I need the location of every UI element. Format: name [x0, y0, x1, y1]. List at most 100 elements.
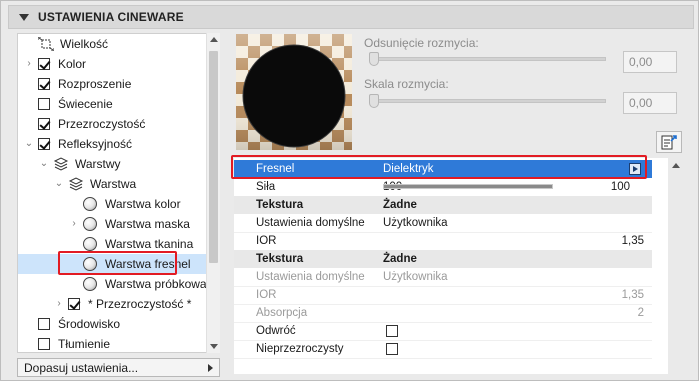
- blur-scale-slider[interactable]: [371, 99, 606, 103]
- tree-item-label: Warstwa maska: [105, 217, 190, 231]
- tree-checkbox[interactable]: [38, 78, 50, 90]
- tree-checkbox[interactable]: [38, 98, 50, 110]
- tree-item-label: Kolor: [58, 57, 87, 71]
- collapsed-chevron-icon[interactable]: ›: [54, 299, 64, 309]
- tree-item-label: Świecenie: [58, 97, 113, 111]
- blur-offset-field[interactable]: 0,00: [623, 51, 677, 73]
- blur-offset-slider[interactable]: [371, 57, 606, 61]
- scroll-up-arrow-icon[interactable]: [210, 37, 218, 42]
- tree-item-content: Warstwy: [53, 157, 121, 171]
- tree-item-label: Rozproszenie: [58, 77, 132, 91]
- panel-title: USTAWIENIA CINEWARE: [38, 10, 184, 24]
- tree-item[interactable]: Warstwa kolor: [18, 194, 208, 214]
- tree-item-label: Wielkość: [60, 37, 109, 51]
- tree-item-content: Warstwa maska: [83, 217, 190, 231]
- tree-item[interactable]: ⌄ Warstwa: [18, 174, 208, 194]
- tree-item[interactable]: Świecenie: [18, 94, 208, 114]
- tree-item[interactable]: Wielkość: [18, 34, 208, 54]
- tree-item-label: * Przezroczystość *: [88, 297, 192, 311]
- blur-scale-slider-knob[interactable]: [369, 94, 379, 108]
- param-value: Użytkownika: [383, 271, 448, 283]
- expanded-chevron-icon[interactable]: ⌄: [39, 159, 49, 169]
- tree-checkbox[interactable]: [38, 138, 50, 150]
- tree-checkbox[interactable]: [68, 298, 80, 310]
- collapsed-chevron-icon[interactable]: ›: [69, 219, 79, 229]
- blur-offset-label: Odsunięcie rozmycia:: [364, 36, 479, 50]
- table-row[interactable]: Siła100100: [234, 178, 652, 196]
- tree-item-content: Warstwa próbkowanie: [83, 277, 219, 291]
- expanded-chevron-icon[interactable]: ⌄: [24, 139, 34, 149]
- tree-item-content: Świecenie: [38, 97, 113, 111]
- table-row[interactable]: Tekstura Żadne: [234, 250, 652, 268]
- blur-offset-slider-knob[interactable]: [369, 52, 379, 66]
- table-row[interactable]: Tekstura Żadne: [234, 196, 652, 214]
- tree-item[interactable]: › Warstwa maska: [18, 214, 208, 234]
- table-scrollbar[interactable]: [669, 158, 683, 374]
- scroll-down-arrow-icon[interactable]: [210, 344, 218, 349]
- param-name: Absorpcja: [256, 307, 308, 319]
- export-settings-button[interactable]: [656, 131, 682, 153]
- tree-item[interactable]: › * Przezroczystość *: [18, 294, 208, 314]
- expanded-chevron-icon[interactable]: ⌄: [54, 179, 64, 189]
- param-checkbox[interactable]: [386, 325, 398, 337]
- adjust-settings-dropdown[interactable]: Dopasuj ustawienia...: [17, 358, 220, 377]
- param-value[interactable]: Żadne: [383, 253, 417, 265]
- param-name: Tekstura: [256, 199, 304, 211]
- param-number[interactable]: 1,35: [622, 235, 644, 247]
- tree-checkbox[interactable]: [38, 338, 50, 350]
- tree-item[interactable]: ⌄ Refleksyjność: [18, 134, 208, 154]
- layers-icon: [68, 177, 84, 191]
- tree-item[interactable]: Środowisko: [18, 314, 208, 334]
- table-row[interactable]: Absorpcja 2: [234, 304, 652, 322]
- param-name: Ustawienia domyślne: [256, 217, 365, 229]
- table-row[interactable]: Nieprzezroczysty: [234, 340, 652, 358]
- strength-slider[interactable]: [383, 184, 553, 189]
- param-name: Tekstura: [256, 253, 304, 265]
- tree-item[interactable]: › Kolor: [18, 54, 208, 74]
- table-row[interactable]: IOR 1,35: [234, 232, 652, 250]
- highlight-fresnel-layer: [58, 251, 177, 275]
- material-preview: [236, 34, 352, 150]
- blur-scale-field[interactable]: 0,00: [623, 92, 677, 114]
- tree-item-label: Tłumienie: [58, 337, 111, 351]
- param-name: IOR: [256, 235, 277, 247]
- tree-item-label: Warstwa tkanina: [105, 237, 194, 251]
- table-row[interactable]: Ustawienia domyślne Użytkownika: [234, 268, 652, 286]
- param-checkbox[interactable]: [386, 343, 398, 355]
- param-number: 2: [637, 307, 644, 319]
- tree-item[interactable]: Warstwa próbkowanie: [18, 274, 219, 294]
- tree-item-label: Warstwa kolor: [105, 197, 181, 211]
- layers-icon: [53, 157, 69, 171]
- table-row[interactable]: IOR 1,35: [234, 286, 652, 304]
- table-row[interactable]: Odwróć: [234, 322, 652, 340]
- tree-item[interactable]: ⌄ Warstwy: [18, 154, 208, 174]
- tree-item[interactable]: Rozproszenie: [18, 74, 208, 94]
- tree-checkbox[interactable]: [38, 318, 50, 330]
- material-ball-icon: [83, 217, 97, 231]
- collapsed-chevron-icon[interactable]: ›: [24, 59, 34, 69]
- material-ball-icon: [83, 197, 97, 211]
- adjust-settings-label: Dopasuj ustawienia...: [24, 360, 139, 375]
- tree-item-label: Refleksyjność: [58, 137, 133, 151]
- preview-image: [236, 34, 352, 150]
- strength-value[interactable]: 100: [611, 181, 630, 193]
- param-value[interactable]: Użytkownika: [383, 217, 448, 229]
- tree-scrollbar[interactable]: [206, 33, 220, 353]
- panel-header[interactable]: USTAWIENIA CINEWARE: [8, 5, 694, 29]
- tree-checkbox[interactable]: [38, 58, 50, 70]
- table-row[interactable]: Ustawienia domyślne Użytkownika: [234, 214, 652, 232]
- collapse-triangle-icon[interactable]: [19, 13, 29, 21]
- tree-item-label: Przezroczystość: [58, 117, 146, 131]
- param-number: 1,35: [621, 289, 644, 301]
- param-value[interactable]: Żadne: [383, 199, 417, 211]
- tree-item-content: Refleksyjność: [38, 137, 132, 151]
- tree-scroll-thumb[interactable]: [209, 51, 218, 263]
- scroll-up-arrow-icon[interactable]: [672, 163, 680, 168]
- tree-item[interactable]: Przezroczystość: [18, 114, 208, 134]
- tree-item[interactable]: Tłumienie: [18, 334, 208, 352]
- tree-item-content: Środowisko: [38, 317, 120, 331]
- tree-checkbox[interactable]: [38, 118, 50, 130]
- row-divider: [234, 358, 652, 359]
- strength-fill: [384, 185, 552, 188]
- param-name: Ustawienia domyślne: [256, 271, 365, 283]
